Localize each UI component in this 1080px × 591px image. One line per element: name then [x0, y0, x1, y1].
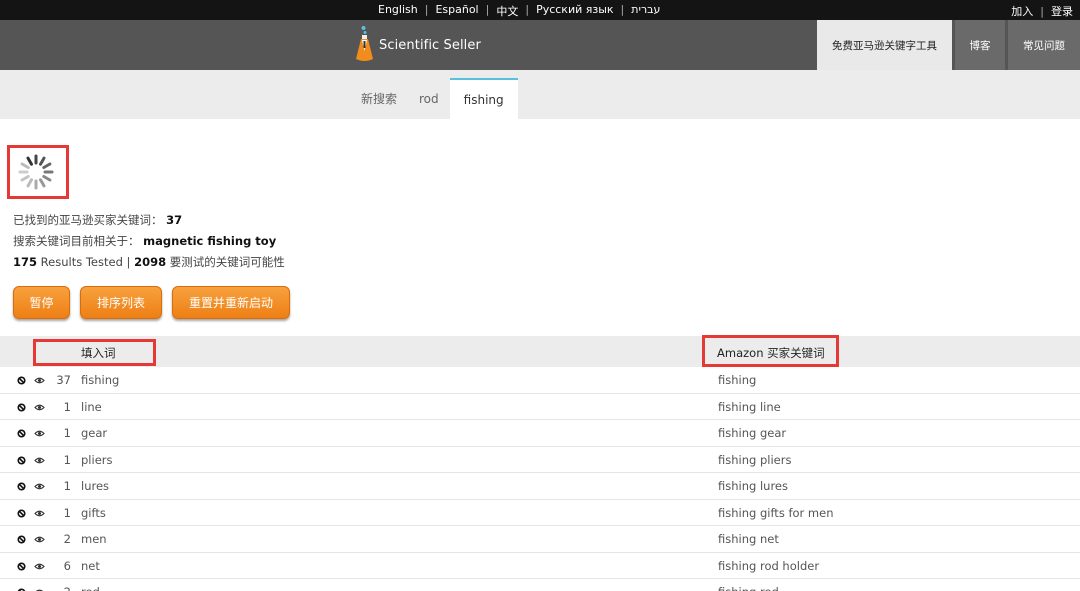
scientist-logo-icon	[354, 25, 374, 65]
language-links: English | Español | 中文 | Русский язык | עברי…	[378, 3, 661, 19]
block-icon[interactable]	[17, 455, 26, 465]
occurrence-count: 37	[56, 373, 71, 387]
action-buttons: 暂停 排序列表 重置并重新启动	[13, 286, 300, 319]
occurrence-count: 1	[63, 479, 71, 493]
site-logo[interactable]: Scientific Seller	[354, 25, 481, 65]
eye-icon[interactable]	[34, 456, 45, 465]
fill-word: pliers	[81, 452, 113, 467]
fill-word: gear	[81, 426, 108, 440]
block-icon[interactable]	[17, 508, 26, 518]
buyer-keyword[interactable]: fishing pliers	[718, 453, 791, 467]
eye-icon[interactable]	[34, 429, 45, 438]
eye-icon[interactable]	[34, 562, 45, 571]
buyer-keyword[interactable]: fishing	[718, 373, 756, 387]
occurrence-count: 2	[63, 532, 71, 546]
occurrence-count: 1	[63, 399, 71, 414]
eye-icon[interactable]	[34, 403, 45, 412]
fill-word: men	[81, 532, 107, 546]
table-row: 1 gear fishing gear	[0, 420, 1080, 447]
search-tab-band: 新搜索 rod fishing	[0, 70, 1080, 119]
nav-keyword-tool[interactable]: 免费亚马逊关键字工具	[817, 20, 952, 70]
table-row: 1 line fishing line	[0, 394, 1080, 420]
site-header: Scientific Seller 免费亚马逊关键字工具 博客 常见问题	[0, 20, 1080, 70]
table-row: 2 men fishing net	[0, 526, 1080, 553]
nav-faq[interactable]: 常见问题	[1008, 20, 1080, 70]
remaining-label: 要测试的关键词可能性	[169, 255, 285, 269]
column-header-fill-word[interactable]: 填入词	[81, 345, 116, 361]
eye-icon[interactable]	[34, 509, 45, 518]
table-header	[0, 336, 1080, 367]
block-icon[interactable]	[17, 535, 26, 544]
lang-hebrew[interactable]: עברית	[631, 3, 660, 19]
pause-button[interactable]: 暂停	[13, 286, 70, 319]
eye-icon[interactable]	[34, 376, 45, 385]
block-icon[interactable]	[17, 561, 26, 571]
lang-russian[interactable]: Русский язык	[536, 3, 613, 19]
fill-word: lures	[81, 479, 110, 493]
keyword-table: 37 fishing fishing 1 line fishing line 1 gear fi…	[0, 367, 1080, 591]
table-row: 2 rod fishing rod	[0, 579, 1080, 591]
block-icon[interactable]	[17, 402, 26, 412]
spinner-highlight	[7, 145, 69, 199]
tab-new-search[interactable]: 新搜索	[350, 78, 408, 119]
occurrence-count: 1	[63, 505, 71, 520]
search-stats: 已找到的亚马逊买家关键词： 37 搜索关键词目前相关于： magnetic fi…	[13, 210, 285, 273]
logo-text: Scientific Seller	[379, 37, 481, 53]
block-icon[interactable]	[17, 376, 26, 385]
buyer-keyword[interactable]: fishing rod holder	[718, 559, 819, 573]
auth-links: 加入 | 登录	[1011, 5, 1073, 18]
column-header-buyer-keyword[interactable]: Amazon 买家关键词	[717, 345, 825, 361]
buyer-keyword[interactable]: fishing rod	[718, 585, 779, 591]
tested-label: Results Tested	[40, 255, 123, 269]
eye-icon[interactable]	[34, 482, 45, 491]
occurrence-count: 1	[63, 426, 71, 440]
buyer-keyword[interactable]: fishing net	[718, 532, 779, 546]
found-label: 已找到的亚马逊买家关键词：	[13, 213, 163, 227]
occurrence-count: 1	[63, 452, 71, 467]
lang-chinese[interactable]: 中文	[496, 3, 518, 19]
fill-word: gifts	[81, 505, 106, 520]
table-row: 1 lures fishing lures	[0, 473, 1080, 500]
loading-spinner-icon	[18, 154, 54, 190]
occurrence-count: 2	[50, 585, 71, 591]
search-tabs: 新搜索 rod fishing	[350, 78, 518, 119]
remaining-count: 2098	[134, 255, 167, 269]
lang-spanish[interactable]: Español	[435, 3, 478, 19]
login-link[interactable]: 登录	[1051, 5, 1073, 18]
block-icon[interactable]	[17, 482, 26, 491]
buyer-keyword[interactable]: fishing gifts for men	[718, 506, 834, 520]
tested-count: 175	[13, 255, 38, 269]
current-label: 搜索关键词目前相关于：	[13, 234, 140, 248]
table-row: 37 fishing fishing	[0, 367, 1080, 394]
occurrence-count: 6	[63, 558, 71, 573]
table-row: 1 gifts fishing gifts for men	[0, 500, 1080, 526]
current-keyword: magnetic fishing toy	[143, 234, 277, 248]
main-nav: 免费亚马逊关键字工具 博客 常见问题	[814, 20, 1080, 70]
fill-word: rod	[81, 585, 100, 591]
table-row: 1 pliers fishing pliers	[0, 447, 1080, 473]
tab-rod[interactable]: rod	[408, 78, 450, 119]
join-link[interactable]: 加入	[1011, 5, 1033, 18]
block-icon[interactable]	[17, 429, 26, 438]
found-keywords-line: 已找到的亚马逊买家关键词： 37	[13, 210, 285, 231]
tab-fishing[interactable]: fishing	[449, 78, 518, 119]
fill-word: line	[81, 399, 102, 414]
progress-line: 175 Results Tested | 2098 要测试的关键词可能性	[13, 255, 285, 269]
fill-word: net	[81, 558, 100, 573]
lang-english[interactable]: English	[378, 3, 418, 19]
eye-icon[interactable]	[34, 535, 45, 544]
buyer-keyword[interactable]: fishing lures	[718, 479, 788, 493]
fill-word: fishing	[81, 373, 120, 387]
table-row: 6 net fishing rod holder	[0, 553, 1080, 579]
nav-blog[interactable]: 博客	[955, 20, 1005, 70]
buyer-keyword[interactable]: fishing line	[718, 400, 781, 414]
reset-restart-button[interactable]: 重置并重新启动	[172, 286, 290, 319]
current-keyword-line: 搜索关键词目前相关于： magnetic fishing toy	[13, 231, 285, 252]
language-bar: English | Español | 中文 | Русский язык | עברי…	[0, 0, 1080, 20]
sort-list-button[interactable]: 排序列表	[80, 286, 162, 319]
found-count: 37	[166, 213, 183, 227]
buyer-keyword[interactable]: fishing gear	[718, 426, 786, 440]
